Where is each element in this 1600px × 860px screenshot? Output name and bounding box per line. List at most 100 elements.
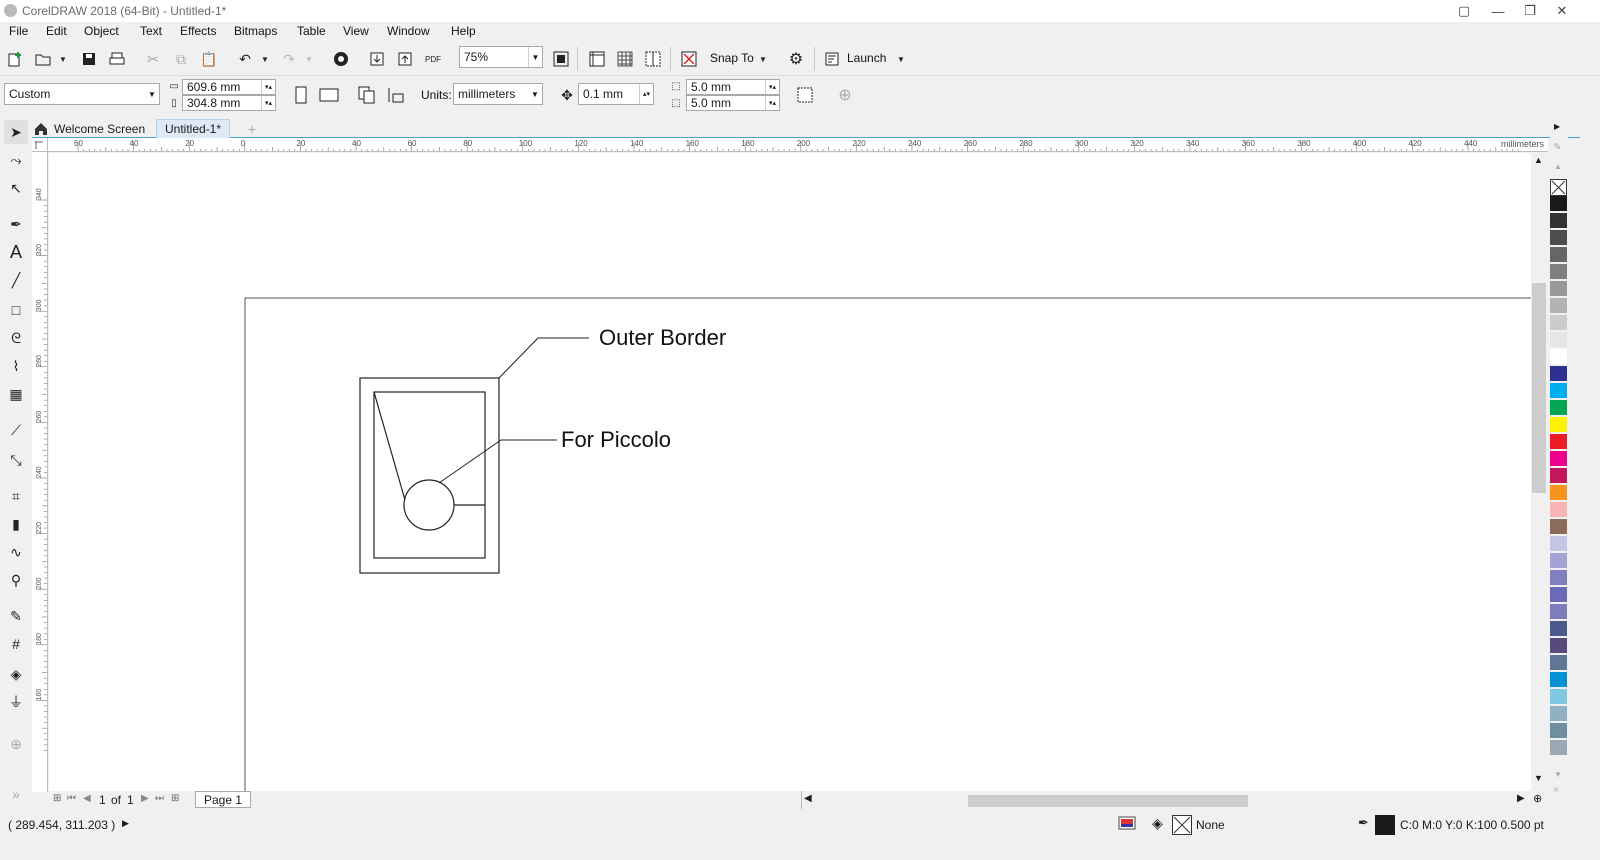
tab-untitled-1[interactable]: Untitled-1* [156, 119, 231, 138]
snap-off-icon[interactable] [678, 48, 700, 70]
color-swatch[interactable] [1550, 383, 1567, 399]
fill-none-swatch[interactable] [1172, 815, 1192, 835]
color-swatch[interactable] [1550, 213, 1567, 229]
open-icon[interactable] [32, 48, 54, 70]
dimension-tool-icon[interactable]: ⌇ [4, 354, 28, 378]
text-tool-icon[interactable]: A [4, 240, 28, 264]
outline-pen-icon[interactable]: ⏚ [4, 690, 28, 714]
import-icon[interactable] [366, 48, 388, 70]
color-swatch[interactable] [1550, 400, 1567, 416]
color-swatch[interactable] [1550, 519, 1567, 535]
tab-welcome-screen[interactable]: Welcome Screen [46, 119, 153, 138]
color-swatch[interactable] [1550, 723, 1567, 739]
for-piccolo-label[interactable]: For Piccolo [561, 427, 671, 452]
nudge-spinner[interactable]: ▴▾ [639, 84, 653, 104]
nudge-distance-field[interactable]: 0.1 mm ▴▾ [578, 83, 654, 105]
publish-pdf-icon[interactable]: PDF [422, 48, 444, 70]
open-recent-dropdown-icon[interactable]: ▼ [52, 48, 74, 70]
previous-page-icon[interactable]: ◀ [83, 793, 91, 804]
palette-up-icon[interactable]: ▲ [1554, 162, 1562, 171]
inner-rect[interactable] [373, 391, 486, 559]
add-page-after-icon[interactable]: ⊞ [171, 793, 179, 804]
scroll-left-icon[interactable]: ◀ [804, 793, 812, 804]
color-swatch[interactable] [1550, 417, 1567, 433]
menu-window[interactable]: Window [387, 24, 430, 38]
menu-view[interactable]: View [343, 24, 369, 38]
mesh-tool-icon[interactable]: # [4, 632, 28, 656]
pick-tool-icon[interactable]: ➤ [4, 120, 28, 144]
horizontal-scroll-thumb[interactable] [968, 795, 1248, 807]
no-color-swatch[interactable] [1550, 179, 1567, 196]
color-swatch[interactable] [1550, 485, 1567, 501]
help-window-icon[interactable]: ▢ [1448, 0, 1480, 22]
freehand-pick-icon[interactable]: ⤳ [4, 148, 28, 172]
palette-expand-icon[interactable]: » [1553, 784, 1559, 795]
redo-dropdown-icon[interactable]: ▼ [298, 48, 320, 70]
add-tool-icon[interactable]: ⊕ [834, 84, 856, 106]
menu-text[interactable]: Text [140, 24, 162, 38]
color-swatch[interactable] [1550, 332, 1567, 348]
show-grid-icon[interactable] [614, 48, 636, 70]
palette-down-icon[interactable]: ▼ [1554, 770, 1562, 779]
color-swatch[interactable] [1550, 366, 1567, 382]
first-page-icon[interactable]: ⏮ [67, 793, 76, 804]
line-tool-icon[interactable]: ╱ [4, 268, 28, 292]
menu-file[interactable]: File [9, 24, 28, 38]
color-swatch[interactable] [1550, 706, 1567, 722]
color-swatch[interactable] [1550, 315, 1567, 331]
color-swatch[interactable] [1550, 451, 1567, 467]
export-icon[interactable] [394, 48, 416, 70]
units-select[interactable]: millimeters ▼ [453, 83, 543, 105]
cut-icon[interactable]: ✂ [142, 48, 164, 70]
color-swatch[interactable] [1550, 468, 1567, 484]
palette-pin-icon[interactable]: ✎ [1553, 142, 1561, 153]
color-swatch[interactable] [1550, 434, 1567, 450]
menu-help[interactable]: Help [451, 24, 476, 38]
snap-to-label[interactable]: Snap To [710, 51, 754, 65]
rectangle-tool-icon[interactable]: □ [4, 298, 28, 322]
duplicate-x-spinner[interactable]: ▾▴ [765, 80, 779, 94]
page-width-field[interactable]: 609.6 mm ▾▴ [182, 79, 276, 95]
redo-icon[interactable]: ↷ [278, 48, 300, 70]
undo-icon[interactable]: ↶ [234, 48, 256, 70]
undo-dropdown-icon[interactable]: ▼ [254, 48, 276, 70]
color-swatch[interactable] [1550, 349, 1567, 365]
color-swatch[interactable] [1550, 536, 1567, 552]
color-swatch[interactable] [1550, 638, 1567, 654]
color-swatch[interactable] [1550, 689, 1567, 705]
duplicate-x-field[interactable]: 5.0 mm ▾▴ [686, 79, 780, 95]
show-guidelines-icon[interactable] [642, 48, 664, 70]
scroll-right-icon[interactable]: ▶ [1517, 793, 1525, 804]
toolbox-expand-icon[interactable]: » [4, 782, 28, 806]
current-page-icon[interactable] [385, 84, 407, 106]
vertical-scrollbar[interactable]: ▲ ▼ [1531, 153, 1547, 791]
full-screen-preview-icon[interactable] [550, 48, 572, 70]
eraser-tool-icon[interactable]: ▮ [4, 512, 28, 536]
snap-to-dropdown-icon[interactable]: ▼ [752, 48, 774, 70]
search-content-icon[interactable] [330, 48, 352, 70]
print-icon[interactable] [106, 48, 128, 70]
menu-effects[interactable]: Effects [180, 24, 216, 38]
color-swatch[interactable] [1550, 604, 1567, 620]
outline-color-swatch[interactable] [1375, 815, 1395, 835]
all-pages-icon[interactable] [356, 84, 378, 106]
minimize-button[interactable]: — [1482, 0, 1514, 22]
portrait-orientation-icon[interactable] [290, 84, 312, 106]
outer-border-callout-line[interactable] [498, 337, 589, 379]
zoom-dropdown-icon[interactable]: ▼ [528, 47, 542, 67]
scroll-up-icon[interactable]: ▲ [1534, 155, 1543, 165]
vertical-scroll-thumb[interactable] [1532, 283, 1546, 493]
page-preset-dropdown-icon[interactable]: ▼ [145, 84, 159, 104]
smudge-tool-icon[interactable]: ∿ [4, 540, 28, 564]
launch-icon[interactable] [821, 48, 843, 70]
pen-tool-icon[interactable]: ✒ [4, 212, 28, 236]
diagonal-line[interactable] [373, 391, 406, 501]
outer-border-label[interactable]: Outer Border [599, 325, 726, 350]
color-swatch[interactable] [1550, 298, 1567, 314]
duplicate-y-spinner[interactable]: ▾▴ [765, 96, 779, 110]
color-swatch[interactable] [1550, 230, 1567, 246]
restore-button[interactable]: ❐ [1514, 0, 1546, 22]
status-expand-icon[interactable]: ▶ [122, 818, 129, 829]
copy-icon[interactable]: ⧉ [170, 48, 192, 70]
color-swatch[interactable] [1550, 740, 1567, 756]
